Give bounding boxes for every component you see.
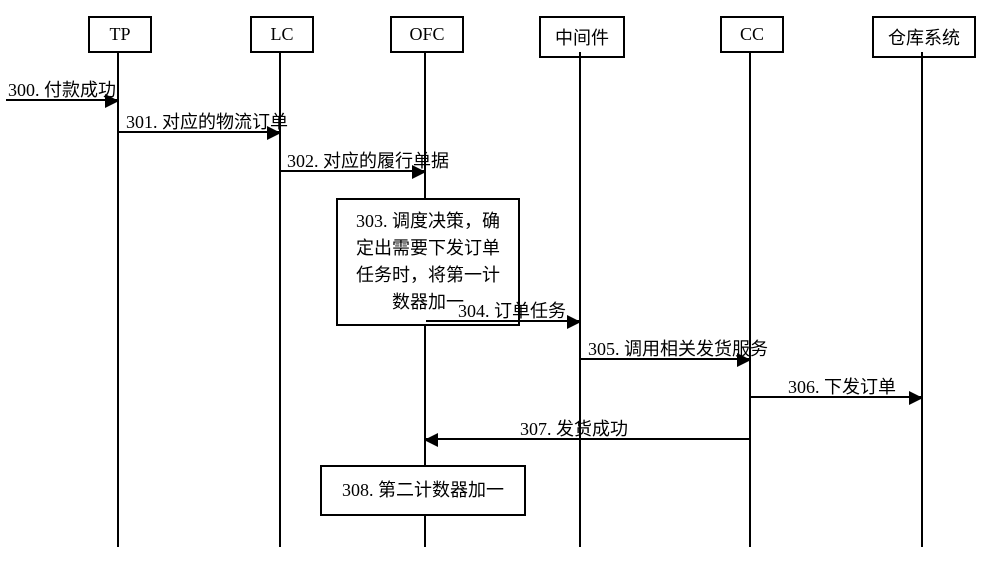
participant-label: 仓库系统 <box>888 28 960 48</box>
msg-307-arrow <box>426 438 749 440</box>
note-308-text: 308. 第二计数器加一 <box>342 480 504 500</box>
participant-tp: TP <box>88 16 152 53</box>
msg-301-arrow <box>119 131 279 133</box>
msg-302-arrow <box>281 170 424 172</box>
participant-label: LC <box>270 24 293 44</box>
participant-middleware: 中间件 <box>539 16 625 58</box>
lifeline-middleware <box>579 52 581 547</box>
arrowhead-right-icon <box>412 165 426 179</box>
lifeline-cc <box>749 52 751 547</box>
sequence-diagram: TP LC OFC 中间件 CC 仓库系统 300. 付款成功 301. 对应的… <box>0 0 1000 564</box>
participant-label: OFC <box>409 24 444 44</box>
lifeline-warehouse <box>921 52 923 547</box>
arrowhead-left-icon <box>424 433 438 447</box>
participant-ofc: OFC <box>390 16 464 53</box>
participant-warehouse: 仓库系统 <box>872 16 976 58</box>
lifeline-tp <box>117 52 119 547</box>
arrowhead-right-icon <box>567 315 581 329</box>
participant-label: 中间件 <box>555 28 609 48</box>
participant-lc: LC <box>250 16 314 53</box>
participant-label: CC <box>740 24 764 44</box>
arrowhead-right-icon <box>105 94 119 108</box>
participant-label: TP <box>109 24 130 44</box>
msg-306-arrow <box>751 396 921 398</box>
msg-305-arrow <box>581 358 749 360</box>
msg-300-arrow <box>6 99 117 101</box>
note-308: 308. 第二计数器加一 <box>320 465 526 516</box>
arrowhead-right-icon <box>909 391 923 405</box>
arrowhead-right-icon <box>267 126 281 140</box>
msg-304-arrow <box>426 320 579 322</box>
participant-cc: CC <box>720 16 784 53</box>
arrowhead-right-icon <box>737 353 751 367</box>
